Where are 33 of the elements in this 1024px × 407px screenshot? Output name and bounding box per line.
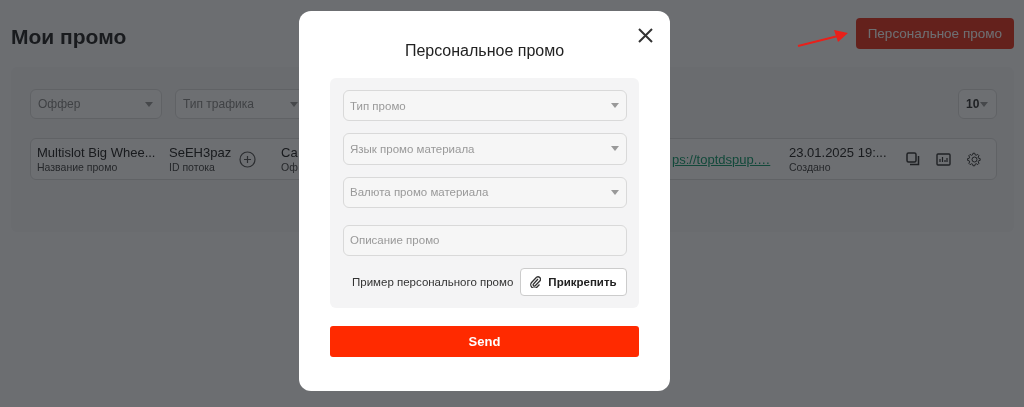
- cell-value: 23.01.2025 19:...: [789, 145, 887, 160]
- paperclip-icon: [530, 276, 542, 288]
- cell-label: ID потока: [169, 161, 215, 173]
- cell-label: Оф: [281, 161, 298, 173]
- annotation-arrow: [796, 30, 848, 48]
- caret-icon: [290, 101, 298, 107]
- select-field[interactable]: Тип промо: [343, 90, 627, 122]
- cell-label: Название промо: [37, 161, 118, 173]
- page-size-dropdown[interactable]: 10: [958, 89, 997, 119]
- select-field[interactable]: Валюта промо материала: [343, 176, 627, 208]
- caret-icon: [980, 101, 988, 107]
- copy-icon[interactable]: [906, 152, 920, 166]
- input-field[interactable]: Описание промо: [343, 224, 627, 256]
- chart-icon[interactable]: [936, 152, 951, 166]
- caret-icon: [611, 146, 619, 152]
- promo-link[interactable]: ps://toptdspup.…: [672, 151, 771, 167]
- caret-icon: [611, 103, 619, 109]
- attach-button[interactable]: Прикрепить: [520, 268, 627, 296]
- cell-label: Создано: [789, 161, 831, 173]
- cell-value: Multislot Big Whee...: [37, 145, 156, 160]
- page-title: Мои промо: [11, 23, 127, 49]
- attachment-label: Пример персонального промо: [352, 276, 514, 288]
- send-button[interactable]: Send: [330, 326, 639, 357]
- personal-promo-button[interactable]: Персональное промо: [855, 18, 1014, 49]
- cell-value: SeEH3paz: [169, 145, 232, 160]
- cell-value: Ca: [281, 145, 298, 160]
- settings-icon[interactable]: [967, 151, 982, 167]
- modal-title: Персональное промо: [403, 42, 566, 60]
- caret-icon: [145, 101, 153, 107]
- close-icon[interactable]: [638, 28, 653, 43]
- caret-icon: [611, 189, 619, 195]
- select-field[interactable]: Язык промо материала: [343, 133, 627, 165]
- plus-icon[interactable]: [239, 150, 257, 168]
